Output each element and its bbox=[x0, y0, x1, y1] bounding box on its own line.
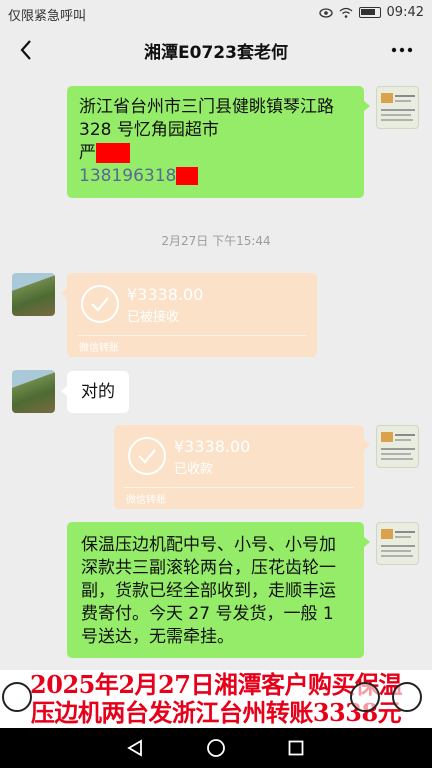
nav-recents-button[interactable] bbox=[284, 736, 308, 760]
wifi-icon bbox=[339, 7, 352, 18]
avatar-image bbox=[381, 432, 415, 460]
triangle-back-icon bbox=[127, 739, 142, 757]
address-line-2: 328 号忆角园超市 bbox=[79, 120, 219, 140]
system-nav-bar bbox=[0, 728, 432, 768]
status-bar: 仅限紧急呼叫 09:42 bbox=[0, 0, 432, 26]
recipient-name: 严 bbox=[79, 143, 96, 163]
reply-text: 对的 bbox=[81, 382, 115, 402]
address-message[interactable]: 浙江省台州市三门县健眺镇琴江路 328 号忆角园超市 严 138196318 bbox=[67, 86, 370, 198]
notice-text: 保温压边机配中号、小号、小号加深款共三副滚轮两台，压花齿轮一副，货款已经全部收到… bbox=[81, 535, 336, 647]
battery-icon bbox=[358, 7, 381, 18]
reply-message[interactable]: 对的 bbox=[61, 371, 129, 413]
transfer-footer: 微信转账 bbox=[126, 495, 166, 506]
transfer-card-accepted[interactable]: ¥3338.00 已被接收 微信转账 bbox=[61, 273, 317, 357]
square-recents-icon bbox=[288, 740, 304, 756]
divider bbox=[124, 487, 354, 488]
avatar-image bbox=[381, 93, 415, 121]
chat-title: 湘潭E0723套老何 bbox=[144, 43, 288, 63]
transfer-status: 已收款 bbox=[174, 462, 214, 477]
contact-avatar[interactable] bbox=[12, 273, 55, 316]
checkmark-icon bbox=[81, 285, 119, 323]
self-avatar[interactable] bbox=[376, 522, 419, 565]
phone-row: 138196318 bbox=[79, 165, 352, 188]
carrier-text: 仅限紧急呼叫 bbox=[8, 9, 87, 24]
transfer-status: 已被接收 bbox=[127, 310, 180, 325]
message-timestamp: 2月27日 下午15:44 bbox=[161, 234, 271, 248]
more-dots-icon bbox=[391, 47, 413, 53]
emoji-button[interactable] bbox=[350, 682, 380, 712]
phone-number-link[interactable]: 138196318 bbox=[79, 166, 176, 186]
more-plus-button[interactable] bbox=[392, 682, 422, 712]
address-line-1: 浙江省台州市三门县健眺镇琴江路 bbox=[79, 97, 334, 117]
transfer-amount: ¥3338.00 bbox=[127, 285, 204, 304]
chat-header: 湘潭E0723套老何 bbox=[0, 26, 432, 74]
status-icons: 09:42 bbox=[318, 5, 424, 20]
chevron-left-icon bbox=[20, 40, 31, 60]
eye-icon bbox=[318, 7, 333, 18]
back-button[interactable] bbox=[10, 34, 42, 66]
voice-toggle-button[interactable] bbox=[2, 682, 32, 712]
avatar-image bbox=[381, 529, 415, 557]
more-options-button[interactable] bbox=[386, 34, 418, 66]
shipping-notice-message[interactable]: 保温压边机配中号、小号、小号加深款共三副滚轮两台，压花齿轮一副，货款已经全部收到… bbox=[67, 522, 370, 658]
redaction-box bbox=[176, 167, 199, 185]
transfer-card-received[interactable]: ¥3338.00 已收款 微信转账 bbox=[114, 425, 370, 509]
transfer-amount: ¥3338.00 bbox=[174, 437, 251, 456]
nav-home-button[interactable] bbox=[204, 736, 228, 760]
circle-home-icon bbox=[207, 739, 225, 757]
self-avatar[interactable] bbox=[376, 86, 419, 129]
nav-back-button[interactable] bbox=[123, 736, 147, 760]
recipient-name-row: 严 bbox=[79, 142, 352, 165]
divider bbox=[77, 335, 307, 336]
contact-avatar[interactable] bbox=[12, 370, 55, 413]
clock-time: 09:42 bbox=[386, 5, 424, 20]
transfer-footer: 微信转账 bbox=[79, 343, 119, 354]
checkmark-icon bbox=[128, 437, 166, 475]
self-avatar[interactable] bbox=[376, 425, 419, 468]
redaction-box bbox=[96, 143, 130, 163]
